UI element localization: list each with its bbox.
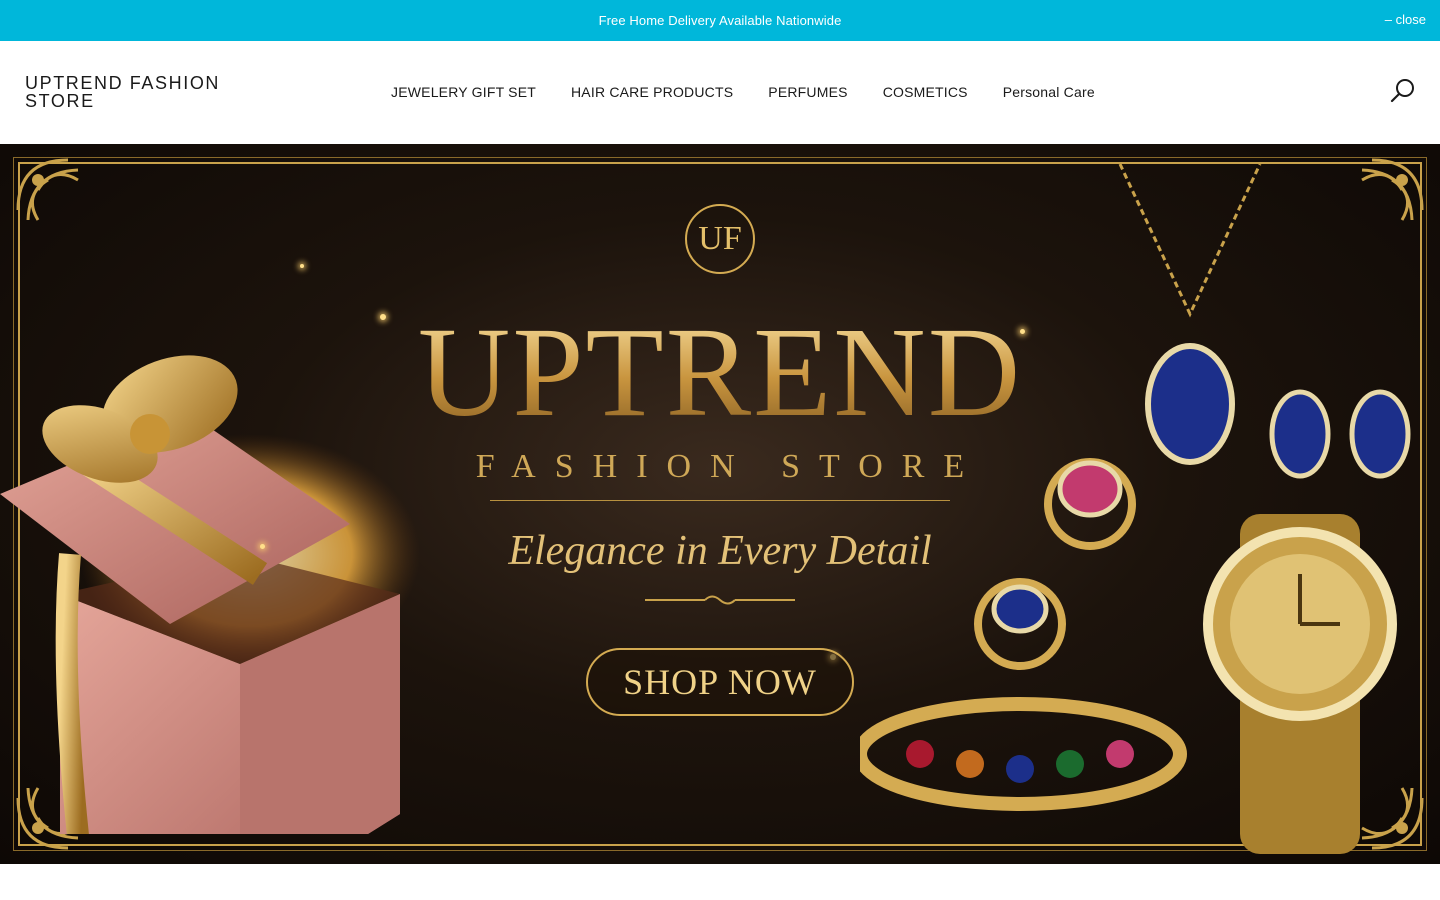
nav-item-personal-care[interactable]: Personal Care: [1003, 84, 1095, 100]
hero-title: UPTREND: [360, 308, 1080, 436]
hero-divider: [490, 500, 950, 501]
main-nav: JEWELERY GIFT SET HAIR CARE PRODUCTS PER…: [391, 84, 1130, 100]
sparkle: [260, 544, 265, 549]
gift-box-illustration: [0, 355, 420, 834]
announcement-close-button[interactable]: – close: [1385, 12, 1426, 27]
corner-ornament-icon: [16, 158, 79, 221]
sparkle: [300, 264, 304, 268]
announcement-bar: Free Home Delivery Available Nationwide …: [0, 0, 1440, 41]
brand-monogram: UF: [685, 204, 755, 274]
site-header: UPTREND FASHION STORE JEWELERY GIFT SET …: [0, 41, 1440, 144]
hero-tagline: Elegance in Every Detail: [508, 528, 932, 574]
hero-subtitle: FASHION STORE: [475, 448, 984, 485]
search-button[interactable]: [1389, 77, 1417, 105]
nav-item-hair-care-products[interactable]: HAIR CARE PRODUCTS: [571, 84, 733, 100]
hero-banner[interactable]: UF UPTREND FASHION STORE Elegance in Eve…: [0, 144, 1440, 864]
nav-item-cosmetics[interactable]: COSMETICS: [883, 84, 968, 100]
announcement-text: Free Home Delivery Available Nationwide: [598, 13, 842, 28]
shop-now-button[interactable]: SHOP NOW: [586, 648, 854, 716]
nav-item-perfumes[interactable]: PERFUMES: [768, 84, 847, 100]
store-logo[interactable]: UPTREND FASHION STORE: [25, 74, 245, 110]
nav-item-jewelery-gift-set[interactable]: JEWELERY GIFT SET: [391, 84, 536, 100]
flourish-ornament-icon: [645, 595, 795, 605]
hero-content: UF UPTREND FASHION STORE Elegance in Eve…: [360, 204, 1080, 716]
search-icon: [1390, 79, 1414, 103]
